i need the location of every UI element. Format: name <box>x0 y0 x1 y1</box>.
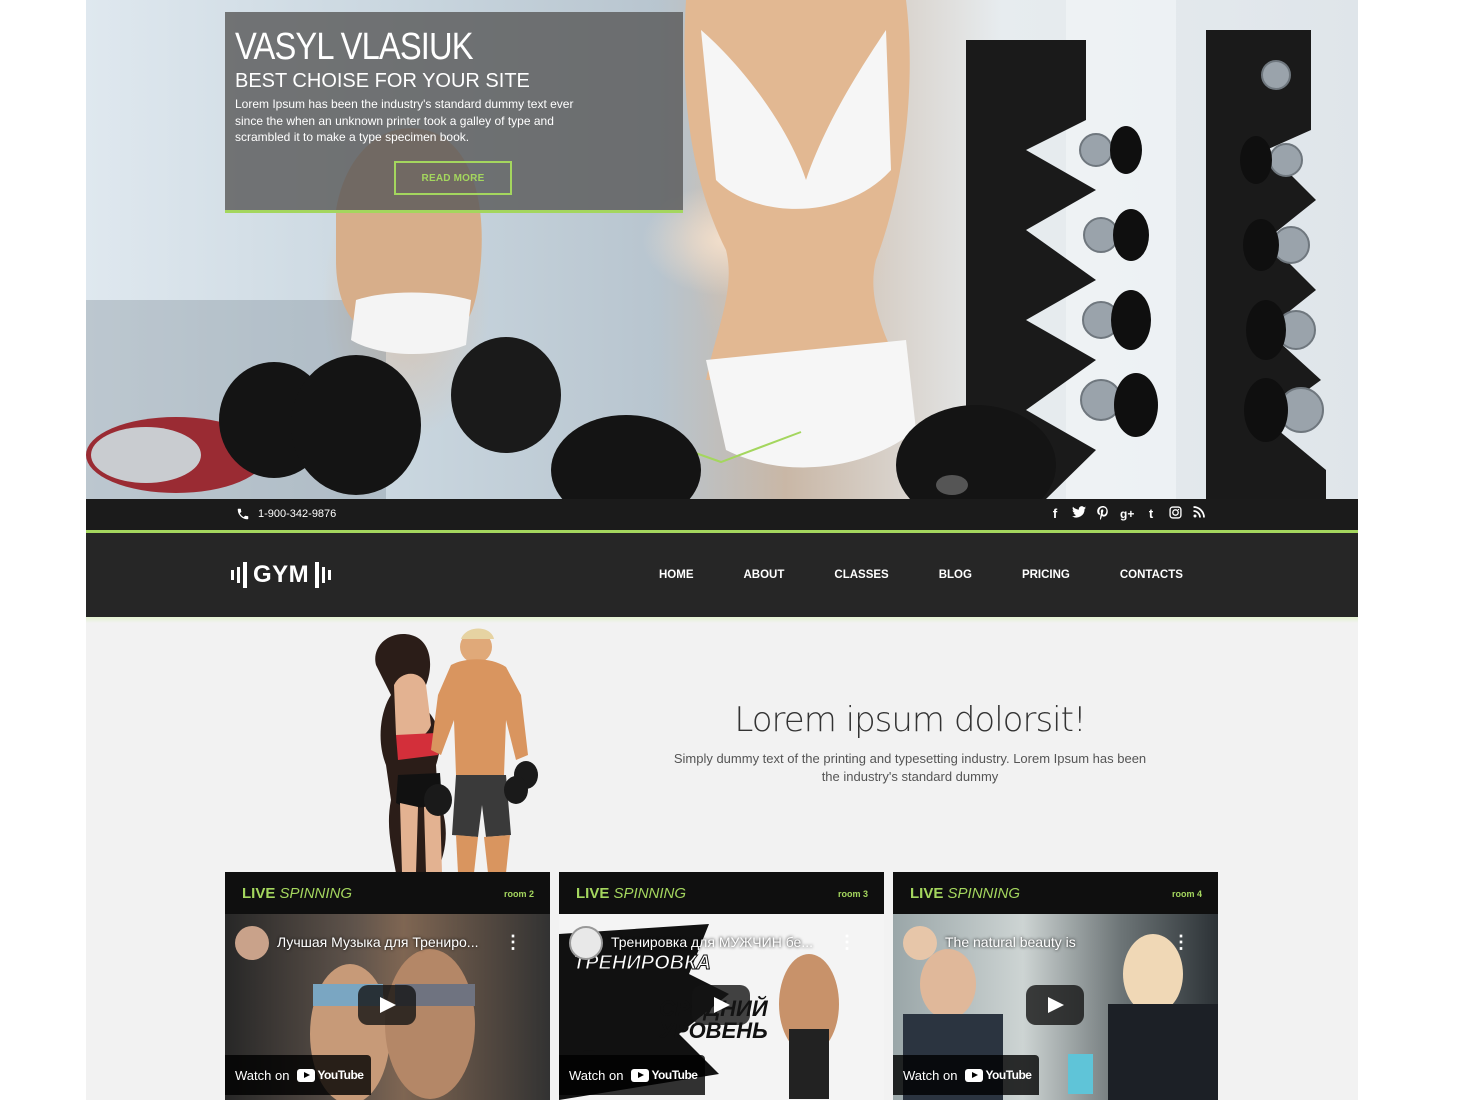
card-title-live: LIVE <box>576 885 610 902</box>
watch-on-youtube-button[interactable]: Watch on YouTube <box>225 1055 371 1095</box>
youtube-icon <box>297 1068 316 1082</box>
phone-number[interactable]: 1-900-342-9876 <box>258 508 336 520</box>
play-button[interactable] <box>358 985 416 1025</box>
hero-banner: VASYL VLASIUK BEST CHOISE FOR YOUR SITE … <box>86 0 1358 499</box>
nav-divider <box>86 617 1358 623</box>
site-logo[interactable]: GYM <box>231 561 332 589</box>
card-header: LIVE SPINNING room 2 <box>225 872 550 914</box>
youtube-label: YouTube <box>651 1068 698 1082</box>
nav-menu: HOME ABOUT CLASSES BLOG PRICING CONTACTS <box>659 533 1233 617</box>
hero-text: Lorem Ipsum has been the industry's stan… <box>235 97 574 144</box>
youtube-icon <box>965 1068 984 1082</box>
logo-text: GYM <box>253 561 310 588</box>
youtube-logo: YouTube <box>965 1068 1032 1082</box>
facebook-icon[interactable]: f <box>1048 506 1062 522</box>
nav-item-classes[interactable]: CLASSES <box>834 569 888 581</box>
card-room: room 3 <box>837 889 868 899</box>
hero-title: VASYL VLASIUK <box>235 26 474 68</box>
card-title-spinning: SPINNING <box>947 885 1021 902</box>
card-room: room 4 <box>1171 889 1202 899</box>
card-header: LIVE SPINNING room 4 <box>893 872 1218 914</box>
card-title-live: LIVE <box>242 885 276 902</box>
youtube-logo: YouTube <box>297 1068 364 1082</box>
play-button[interactable] <box>1026 985 1084 1025</box>
card-title: LIVE SPINNING <box>576 885 686 902</box>
fitness-couple-image <box>375 628 538 873</box>
channel-avatar[interactable] <box>235 926 269 960</box>
social-links: f g+ t <box>1048 506 1206 522</box>
video-title[interactable]: The natural beauty is <box>945 934 1076 950</box>
youtube-embed[interactable]: The natural beauty is ⋮ Watch on YouTube <box>893 914 1218 1100</box>
hero-caption-box: VASYL VLASIUK BEST CHOISE FOR YOUR SITE … <box>225 12 683 213</box>
card-title-live: LIVE <box>910 885 944 902</box>
about-title: Lorem ipsum dolorsit! <box>734 700 1086 740</box>
more-options-icon[interactable]: ⋮ <box>1172 932 1190 953</box>
about-text: Simply dummy text of the printing and ty… <box>673 751 1147 784</box>
card-title-spinning: SPINNING <box>279 885 353 902</box>
youtube-embed[interactable]: ТРЕНИРОВКА СРЕДНИЙ УРОВЕНЬ Тренировка дл… <box>559 914 884 1100</box>
more-options-icon[interactable]: ⋮ <box>504 932 522 953</box>
more-options-icon[interactable]: ⋮ <box>838 932 856 953</box>
video-title[interactable]: Лучшая Музыка для Трениро... <box>277 934 478 950</box>
card-room: room 2 <box>503 889 534 899</box>
watch-on-label: Watch on <box>569 1067 624 1083</box>
card-title: LIVE SPINNING <box>242 885 352 902</box>
instagram-icon[interactable] <box>1168 506 1182 522</box>
top-bar: 1-900-342-9876 f g+ t <box>86 499 1358 533</box>
google-plus-icon[interactable]: g+ <box>1120 506 1134 522</box>
nav-item-home[interactable]: HOME <box>659 569 694 581</box>
watch-on-label: Watch on <box>903 1067 958 1083</box>
nav-item-pricing[interactable]: PRICING <box>1022 569 1070 581</box>
logo-bars-right-icon <box>315 562 332 588</box>
card-header: LIVE SPINNING room 3 <box>559 872 884 914</box>
nav-item-about[interactable]: ABOUT <box>744 569 785 581</box>
channel-avatar[interactable] <box>903 926 937 960</box>
watch-on-youtube-button[interactable]: Watch on YouTube <box>893 1055 1039 1095</box>
class-card: LIVE SPINNING room 2 Лучшая Музыка для Т… <box>225 872 550 1100</box>
read-more-button[interactable]: READ MORE <box>394 161 512 195</box>
card-title: LIVE SPINNING <box>910 885 1020 902</box>
hero-subtitle: BEST CHOISE FOR YOUR SITE <box>235 70 530 92</box>
channel-avatar[interactable] <box>569 926 603 960</box>
site-wrapper: VASYL VLASIUK BEST CHOISE FOR YOUR SITE … <box>86 0 1358 1100</box>
play-button[interactable] <box>692 985 750 1025</box>
phone-info: 1-900-342-9876 <box>236 507 336 521</box>
watch-on-label: Watch on <box>235 1067 290 1083</box>
watch-on-youtube-button[interactable]: Watch on YouTube <box>559 1055 705 1095</box>
video-title[interactable]: Тренировка для МУЖЧИН бе... <box>611 934 813 950</box>
main-navigation: GYM HOME ABOUT CLASSES BLOG PRICING CONT… <box>86 533 1358 617</box>
logo-bars-left-icon <box>231 562 247 588</box>
phone-icon <box>237 508 249 520</box>
rss-icon[interactable] <box>1192 506 1206 522</box>
youtube-icon <box>631 1068 650 1082</box>
nav-item-blog[interactable]: BLOG <box>939 569 972 581</box>
class-card: LIVE SPINNING room 3 ТРЕНИРОВКА СРЕДНИЙ … <box>559 872 884 1100</box>
card-title-spinning: SPINNING <box>613 885 687 902</box>
twitter-icon[interactable] <box>1072 506 1086 522</box>
tumblr-icon[interactable]: t <box>1144 506 1158 522</box>
nav-item-contacts[interactable]: CONTACTS <box>1120 569 1183 581</box>
youtube-label: YouTube <box>985 1068 1032 1082</box>
youtube-embed[interactable]: Лучшая Музыка для Трениро... ⋮ Watch on Y… <box>225 914 550 1100</box>
class-card: LIVE SPINNING room 4 The natural beauty … <box>893 872 1218 1100</box>
youtube-logo: YouTube <box>631 1068 698 1082</box>
youtube-label: YouTube <box>317 1068 364 1082</box>
pinterest-icon[interactable] <box>1096 506 1110 522</box>
